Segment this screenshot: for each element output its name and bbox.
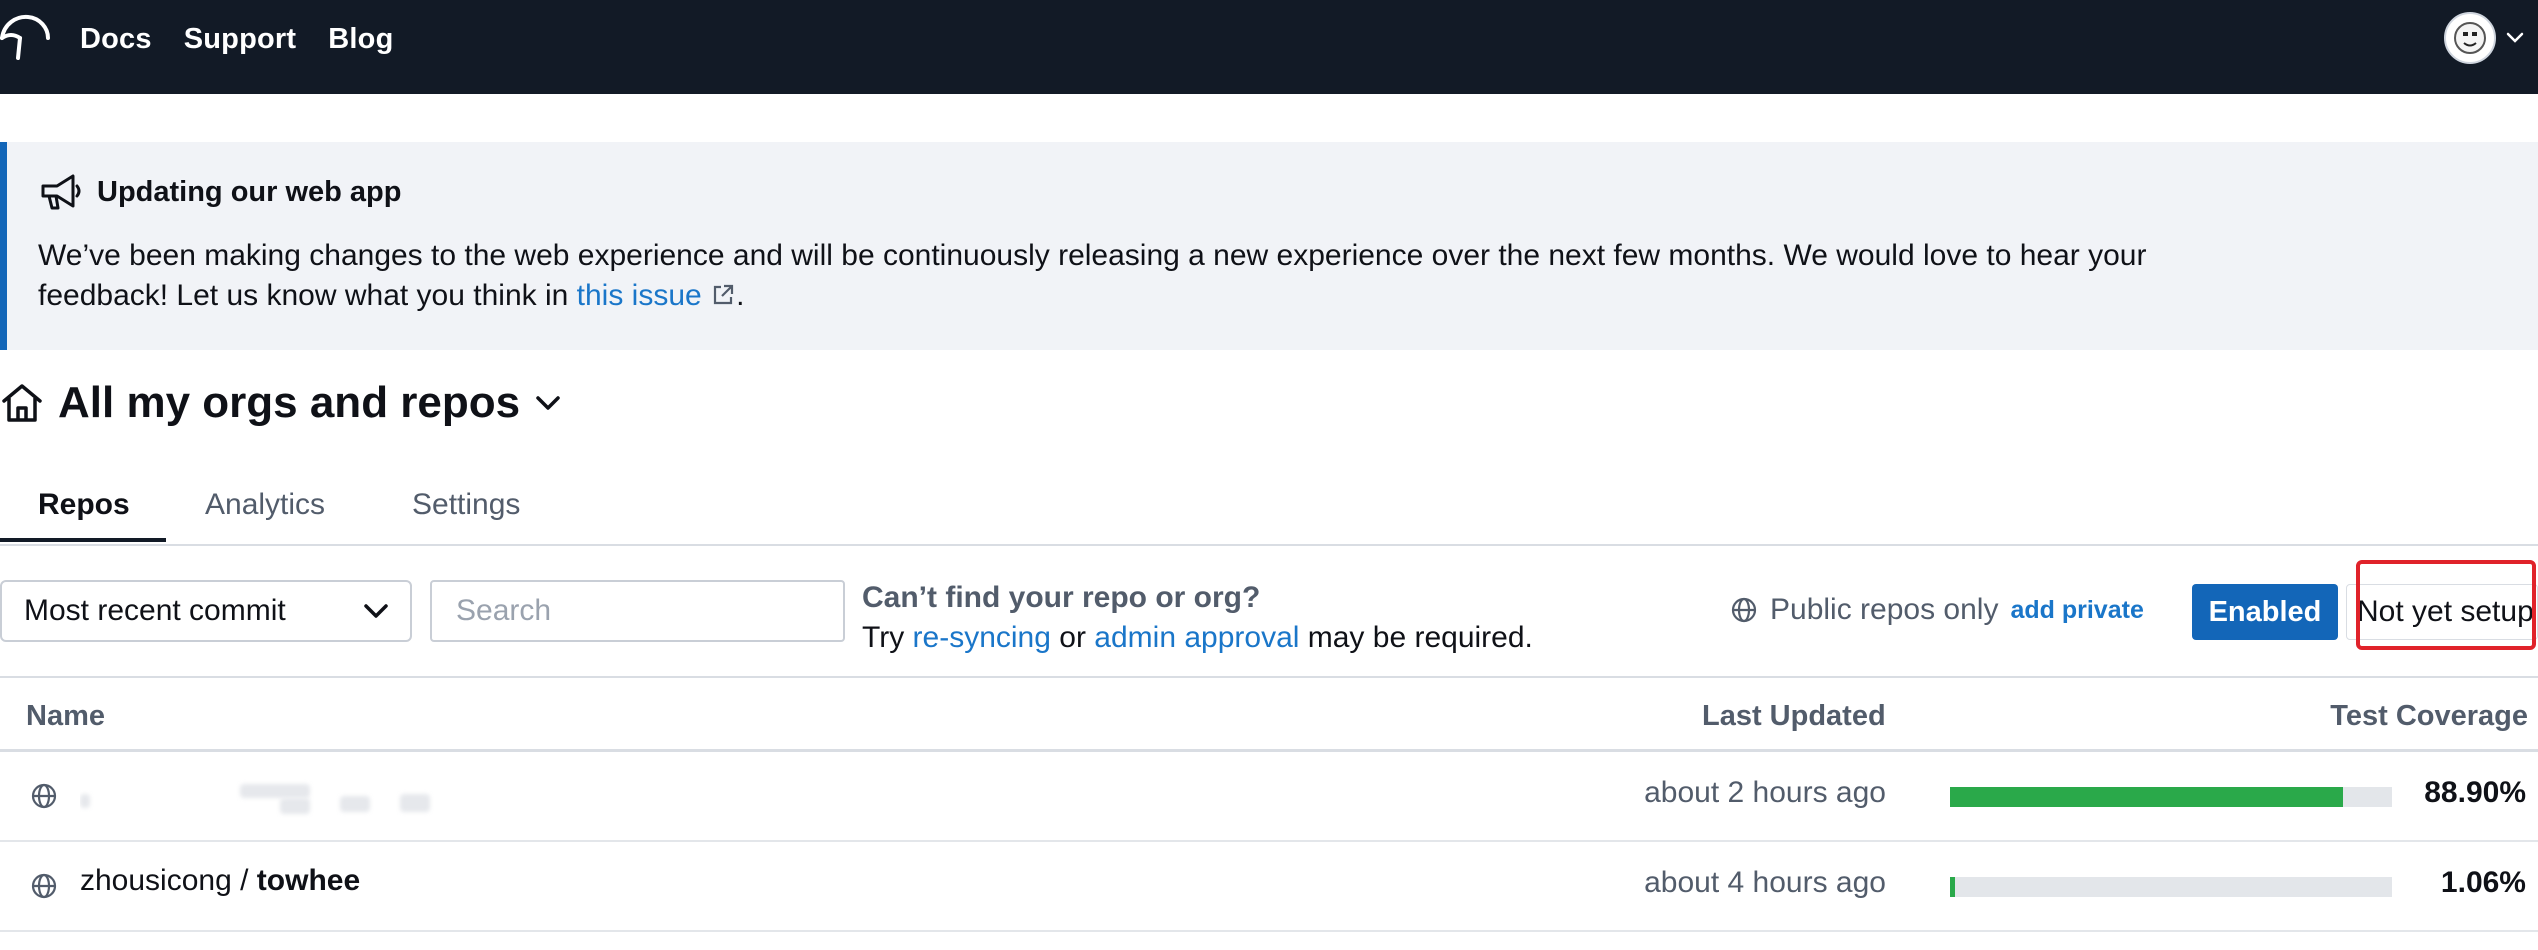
tab-analytics[interactable]: Analytics: [205, 488, 325, 522]
resync-link[interactable]: re-syncing: [913, 621, 1051, 654]
column-coverage-header[interactable]: Test Coverage: [2330, 700, 2528, 733]
sort-select-value: Most recent commit: [24, 594, 286, 627]
redacted-repo-name[interactable]: [80, 778, 440, 818]
nav-blog-link[interactable]: Blog: [328, 23, 393, 56]
coverage-percent: 88.90%: [2424, 776, 2526, 809]
add-private-link[interactable]: add private: [2010, 596, 2143, 625]
repo-name-link[interactable]: zhousicong / towhee: [80, 864, 360, 898]
globe-icon: [1731, 597, 1757, 623]
sort-select[interactable]: Most recent commit: [0, 580, 412, 642]
tab-repos[interactable]: Repos: [38, 488, 130, 522]
tab-settings[interactable]: Settings: [412, 488, 520, 522]
announcement-banner: Updating our web app We’ve been making c…: [0, 142, 2538, 350]
cant-find-hint: Try re-syncing or admin approval may be …: [862, 621, 1533, 654]
nav-docs-link[interactable]: Docs: [80, 23, 152, 56]
banner-header: Updating our web app: [39, 172, 402, 212]
table-row[interactable]: zhousicong / towhee about 4 hours ago 1.…: [0, 842, 2538, 932]
coverage-bar-fill: [1950, 787, 2343, 807]
active-tab-indicator: [0, 538, 166, 542]
external-link-icon: [713, 284, 734, 305]
repo-name: towhee: [256, 864, 361, 897]
page-title: All my orgs and repos: [58, 378, 521, 427]
codecov-umbrella-logo-icon[interactable]: [0, 14, 50, 64]
nav-links: Docs Support Blog: [80, 0, 394, 78]
page-title-row[interactable]: All my orgs and repos: [0, 378, 562, 428]
admin-approval-link[interactable]: admin approval: [1094, 621, 1299, 654]
column-last-updated-header[interactable]: Last Updated: [1702, 700, 1886, 733]
globe-icon: [31, 873, 57, 899]
chevron-down-icon[interactable]: [534, 393, 562, 413]
filter-bar: Most recent commit Can’t find your repo …: [0, 578, 2538, 674]
home-icon: [2, 384, 42, 422]
top-nav: Docs Support Blog: [0, 0, 2538, 94]
coverage-bar: [1950, 787, 2392, 807]
banner-title: Updating our web app: [97, 175, 402, 208]
coverage-bar: [1950, 877, 2392, 897]
coverage-bar-fill: [1950, 877, 1955, 897]
last-updated: about 4 hours ago: [1644, 866, 1886, 899]
cant-find-help: Can’t find your repo or org? Try re-sync…: [862, 578, 1533, 658]
enabled-filter-button[interactable]: Enabled: [2192, 584, 2338, 640]
repo-owner: zhousicong: [80, 864, 232, 897]
public-repos-label: Public repos only: [1770, 593, 1999, 626]
user-avatar-icon: [2454, 22, 2486, 54]
feedback-issue-link[interactable]: this issue: [577, 279, 736, 312]
banner-text: We’ve been making changes to the web exp…: [38, 239, 2147, 312]
tab-bar: Repos Analytics Settings: [0, 476, 2538, 546]
search-input[interactable]: [430, 580, 845, 642]
table-row[interactable]: about 2 hours ago 88.90%: [0, 752, 2538, 842]
table-header: Name Last Updated Test Coverage: [0, 676, 2538, 752]
chevron-down-icon: [364, 604, 388, 618]
last-updated: about 2 hours ago: [1644, 776, 1886, 809]
public-repos-toggle: Public repos only add private: [1730, 593, 2144, 627]
not-yet-setup-filter-button[interactable]: Not yet setup: [2346, 584, 2538, 640]
megaphone-icon: [41, 174, 81, 210]
cant-find-question: Can’t find your repo or org?: [862, 581, 1261, 614]
avatar[interactable]: [2444, 12, 2496, 64]
user-menu[interactable]: [2444, 12, 2524, 64]
globe-icon: [31, 783, 57, 809]
banner-body: We’ve been making changes to the web exp…: [38, 236, 2198, 316]
banner-text-end: .: [736, 279, 745, 312]
nav-support-link[interactable]: Support: [184, 23, 297, 56]
column-name-header[interactable]: Name: [26, 700, 105, 733]
chevron-down-icon[interactable]: [2506, 32, 2524, 44]
coverage-percent: 1.06%: [2440, 866, 2526, 899]
